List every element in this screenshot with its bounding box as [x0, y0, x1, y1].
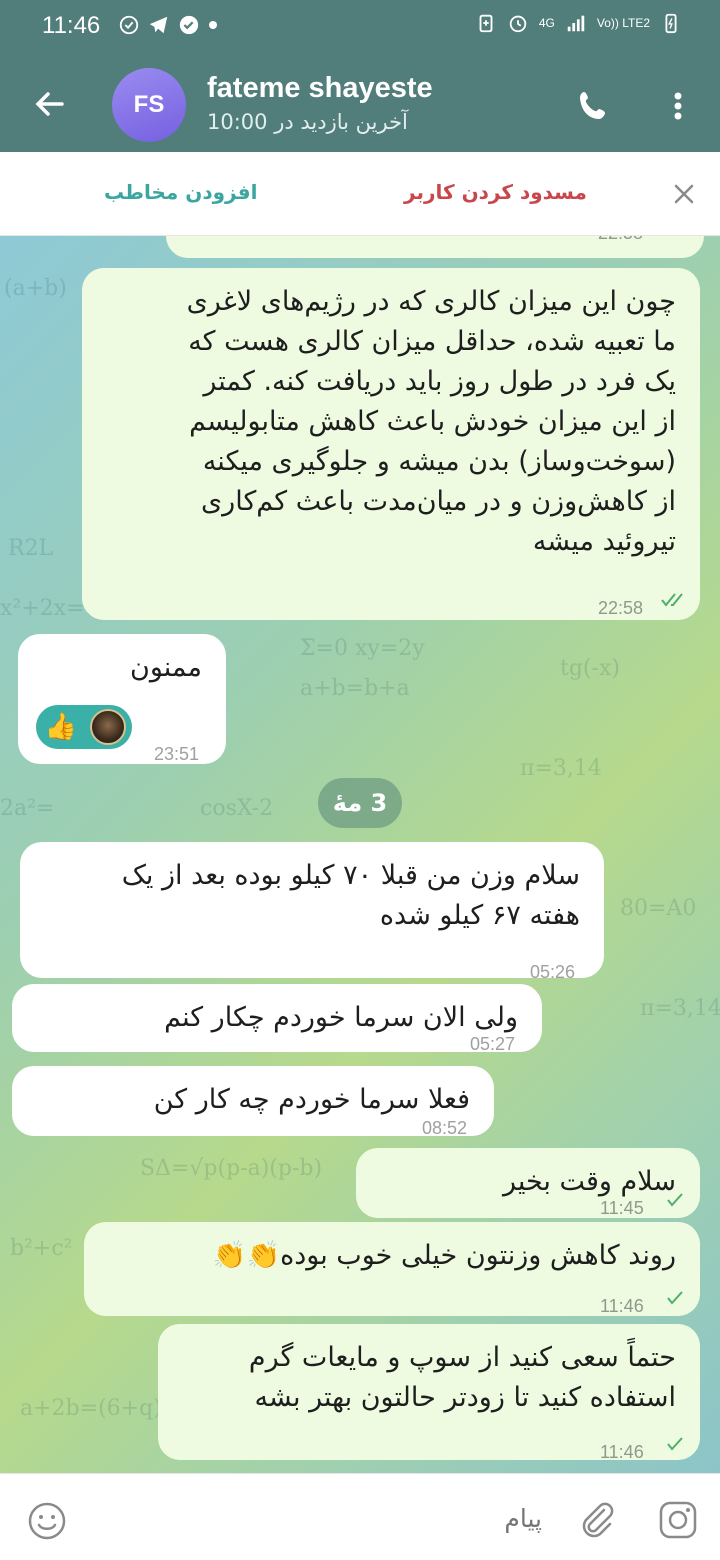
message-bubble-incoming[interactable]: سلام وزن من قبلا ۷۰ کیلو بوده بعد از یک …	[20, 842, 604, 982]
chat-header: FS fateme shayeste آخرین بازدید در 10:00	[0, 54, 720, 152]
message-line: از کاهش‌وزن و در میان‌مدت باعث کم‌کاری	[201, 486, 676, 517]
network-type-label: 4G	[538, 16, 555, 30]
wallpaper-doodle: (a+b)	[4, 276, 67, 301]
wallpaper-doodle: 80=A0	[620, 896, 697, 921]
wallpaper-doodle: cosX-2	[200, 796, 274, 821]
wallpaper-doodle: R2L	[8, 536, 54, 561]
message-time: 22:58	[598, 598, 644, 618]
single-check-icon	[667, 1437, 683, 1451]
message-time: 11:46	[600, 1442, 644, 1462]
message-line: فعلا سرما خوردم چه کار کن	[153, 1084, 470, 1115]
status-time: 11:46	[42, 12, 101, 39]
shield-check-status-icon	[179, 15, 199, 35]
single-check-icon	[667, 1291, 683, 1305]
message-line: سلام وزن من قبلا ۷۰ کیلو بوده بعد از یک	[121, 860, 580, 891]
battery-saver-icon	[479, 14, 493, 33]
message-bubble-outgoing[interactable]: روند کاهش وزنتون خیلی خوب بوده👏👏 11:46	[84, 1222, 700, 1316]
block-user-button[interactable]: مسدود کردن کاربر	[404, 180, 587, 204]
single-check-icon	[667, 1193, 683, 1207]
more-vertical-icon[interactable]	[660, 84, 696, 128]
message-time: 05:26	[530, 962, 576, 982]
message-time: 11:46	[600, 1296, 644, 1316]
message-line: استفاده کنید تا زودتر حالتون بهتر بشه	[254, 1382, 676, 1413]
close-icon[interactable]	[668, 178, 700, 210]
camera-icon[interactable]	[656, 1498, 700, 1542]
message-time: 08:52	[422, 1118, 468, 1138]
emoji-icon[interactable]	[26, 1500, 68, 1542]
paperclip-icon[interactable]	[574, 1496, 618, 1540]
message-bubble-outgoing[interactable]: چون این میزان کالری که در رژیم‌های لاغری…	[82, 268, 700, 620]
message-line: روند کاهش وزنتون خیلی خوب بوده👏👏	[212, 1240, 676, 1271]
thumbs-up-reaction: 👍	[44, 712, 78, 742]
message-line: یک فرد در طول روز باید دریافت کنه. کمتر	[203, 366, 676, 397]
status-bar: 11:46 4G Vo)) LTE2	[0, 0, 720, 54]
contact-name[interactable]: fateme shayeste	[207, 72, 433, 105]
dot-status-icon	[209, 21, 217, 29]
date-separator: 3 مهٔ	[318, 778, 402, 828]
wallpaper-doodle: SΔ=√p(p-a)(p-b)	[140, 1156, 323, 1181]
phone-icon[interactable]	[572, 84, 616, 128]
message-line: (سوخت‌وساز) بدن میشه و جلوگیری میکنه	[202, 446, 676, 477]
message-line: از این میزان خودش باعث کاهش متابولیسم	[189, 406, 676, 437]
message-input-bar	[0, 1473, 720, 1560]
message-line: هفته ۶۷ کیلو شده	[379, 900, 580, 931]
reactor-avatar	[90, 709, 126, 745]
back-arrow-icon[interactable]	[28, 82, 72, 126]
status-system-icons: 4G Vo)) LTE2	[475, 12, 682, 34]
alarm-icon	[509, 15, 527, 33]
wallpaper-doodle: a+2b=(6+q)²	[20, 1396, 171, 1421]
lte-label: Vo)) LTE2	[596, 16, 650, 30]
status-notification-icons	[118, 14, 218, 36]
wallpaper-doodle: π=3,14	[520, 756, 602, 781]
message-line: ممنون	[130, 652, 202, 683]
chat-area[interactable]: (a+b) R2L x²+2x=0 Σ=0 xy=2y a+b=b+a tg(-…	[0, 236, 720, 1473]
wallpaper-doodle: Σ=0 xy=2y	[300, 636, 425, 661]
message-input[interactable]	[82, 1498, 542, 1538]
last-seen-status: آخرین بازدید در 10:00	[207, 110, 408, 134]
wallpaper-doodle: π=3,14	[640, 996, 720, 1021]
signal-icon	[567, 15, 585, 32]
message-line: سلام وقت بخیر	[502, 1166, 676, 1197]
whatsapp-status-icon	[119, 15, 139, 35]
message-bubble-outgoing[interactable]: حتماً سعی کنید از سوپ و مایعات گرم استفا…	[158, 1324, 700, 1462]
reaction-chip[interactable]: 👍	[36, 705, 132, 749]
battery-icon	[665, 13, 677, 34]
new-contact-action-bar: افزودن مخاطب مسدود کردن کاربر	[0, 152, 720, 236]
wallpaper-doodle: b²+c²	[10, 1236, 73, 1261]
telegram-status-icon	[149, 16, 168, 34]
message-line: تیروئید میشه	[532, 526, 676, 557]
double-check-icon	[661, 593, 683, 607]
message-line: ما تعبیه شده، حداقل میزان کالری هست که	[188, 326, 676, 357]
message-line: حتماً سعی کنید از سوپ و مایعات گرم	[248, 1342, 676, 1373]
message-time: 23:51	[154, 744, 200, 764]
message-bubble-incoming[interactable]: فعلا سرما خوردم چه کار کن 08:52	[12, 1066, 494, 1138]
message-time: 05:27	[470, 1034, 516, 1054]
avatar[interactable]: FS	[112, 68, 186, 142]
message-time: 22:58	[598, 236, 643, 253]
message-line: ولی الان سرما خوردم چکار کنم	[164, 1002, 518, 1033]
wallpaper-doodle: tg(-x)	[560, 656, 620, 681]
message-bubble-outgoing[interactable]: سلام وقت بخیر 11:45	[356, 1148, 700, 1218]
message-line: چون این میزان کالری که در رژیم‌های لاغری	[186, 286, 676, 317]
add-contact-button[interactable]: افزودن مخاطب	[104, 180, 257, 204]
wallpaper-doodle: a+b=b+a	[300, 676, 410, 701]
message-bubble-outgoing[interactable]: 22:58	[166, 236, 704, 258]
wallpaper-doodle: 2a²=	[0, 796, 55, 821]
message-bubble-incoming[interactable]: ولی الان سرما خوردم چکار کنم 05:27	[12, 984, 542, 1054]
